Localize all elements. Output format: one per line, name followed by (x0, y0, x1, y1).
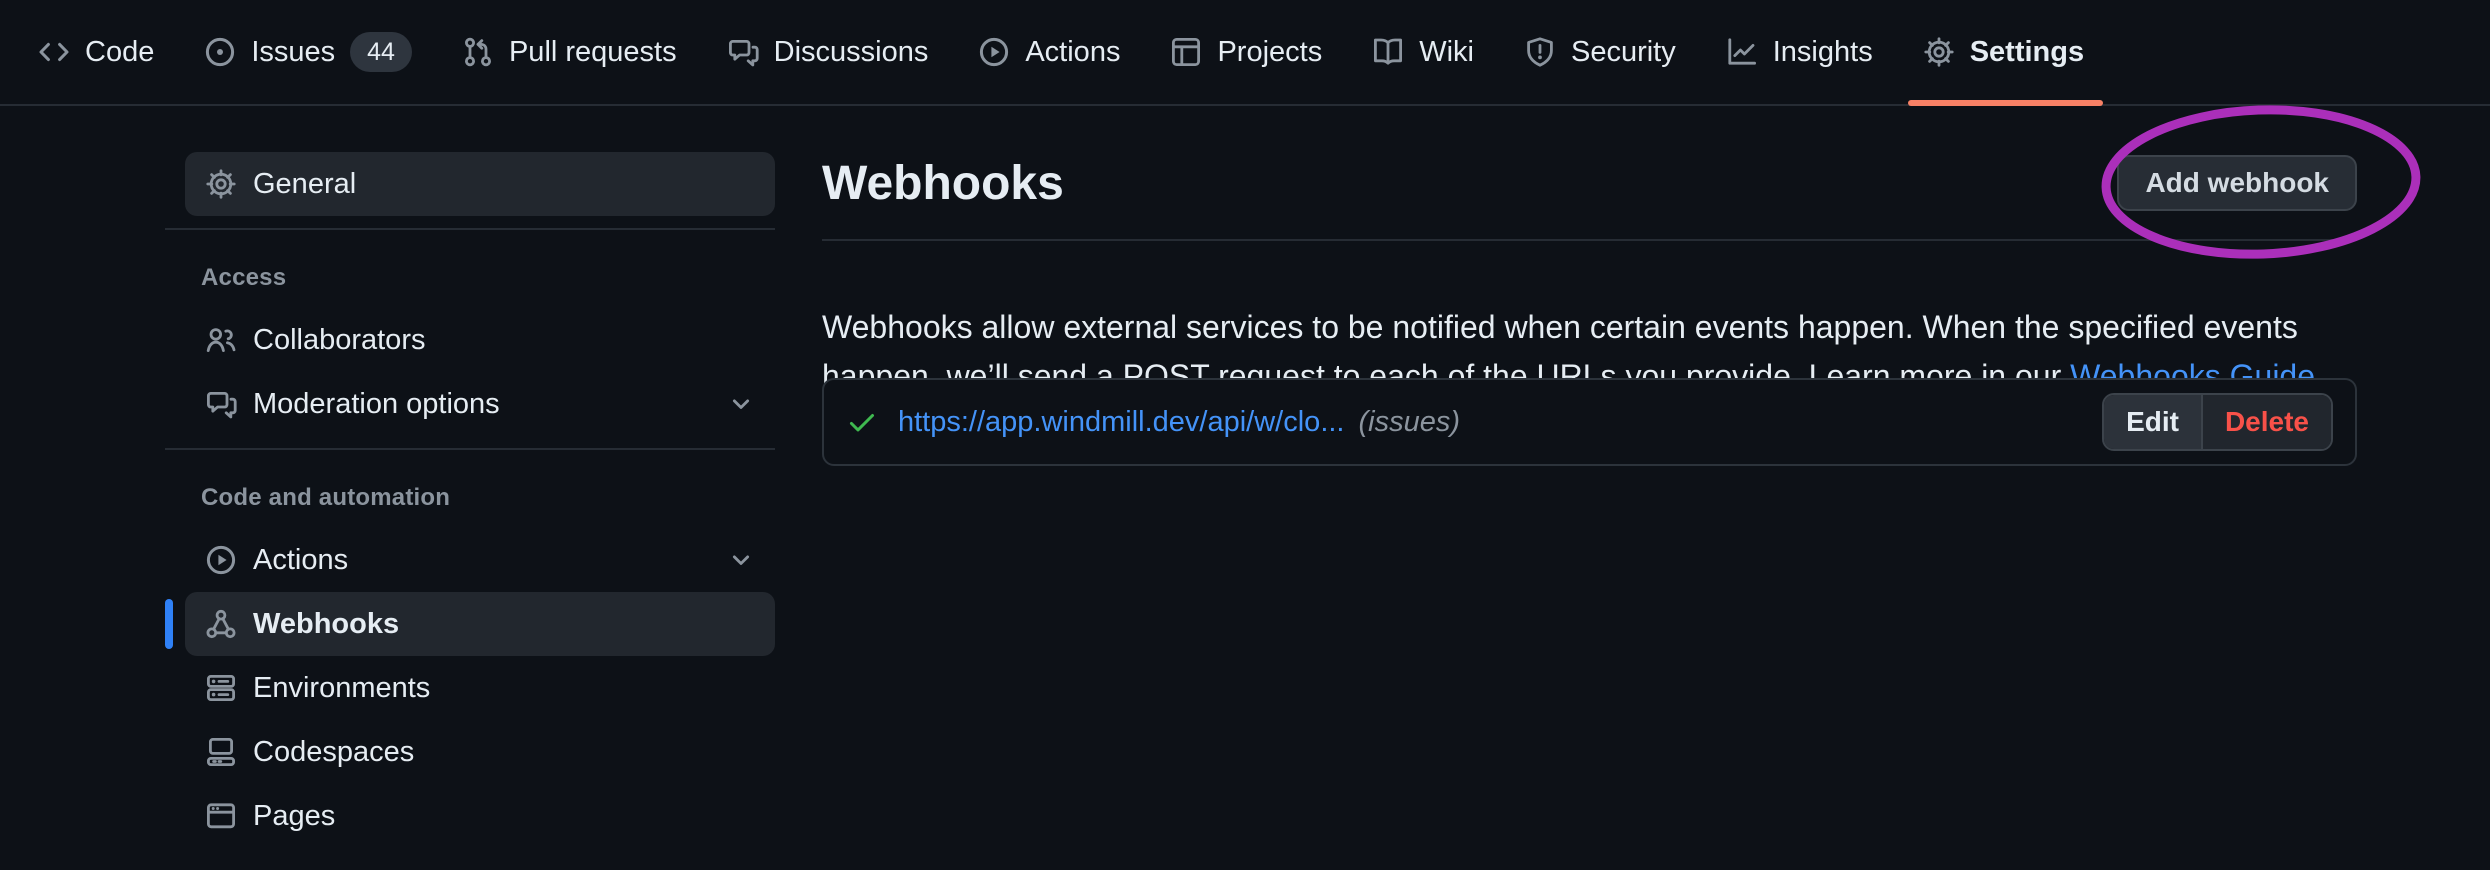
nav-tab-label: Actions (1025, 36, 1120, 69)
nav-tab-label: Code (85, 36, 154, 69)
sidebar-divider (165, 228, 775, 230)
repo-tab-nav: Code Issues 44 Pull requests Discussions… (0, 0, 2490, 106)
table-icon (1170, 36, 1202, 68)
gear-icon (1923, 36, 1955, 68)
issue-opened-icon (204, 36, 236, 68)
browser-icon (205, 800, 237, 832)
sidebar-item-label: General (253, 168, 356, 201)
sidebar-item-label: Codespaces (253, 736, 414, 769)
chevron-down-icon (727, 546, 755, 574)
issues-count-badge: 44 (350, 32, 412, 72)
sidebar-item-label: Pages (253, 800, 335, 833)
git-pull-request-icon (462, 36, 494, 68)
graph-icon (1726, 36, 1758, 68)
check-icon (846, 406, 878, 438)
code-icon (38, 36, 70, 68)
gear-icon (205, 168, 237, 200)
nav-tab-code[interactable]: Code (38, 0, 179, 104)
sidebar-item-label: Collaborators (253, 324, 425, 357)
sidebar-divider (165, 448, 775, 450)
comment-discussion-icon (727, 36, 759, 68)
nav-tab-label: Wiki (1419, 36, 1474, 69)
play-icon (978, 36, 1010, 68)
nav-tab-settings[interactable]: Settings (1898, 0, 2109, 104)
nav-tab-issues[interactable]: Issues 44 (179, 0, 437, 104)
header-divider (822, 239, 2357, 241)
sidebar-item-pages[interactable]: Pages (185, 784, 775, 848)
nav-tab-insights[interactable]: Insights (1701, 0, 1898, 104)
webhook-events-label: (issues) (1358, 406, 1460, 439)
nav-tab-label: Pull requests (509, 36, 677, 69)
book-icon (1372, 36, 1404, 68)
play-icon (205, 544, 237, 576)
sidebar-item-webhooks[interactable]: Webhooks (185, 592, 775, 656)
nav-tab-projects[interactable]: Projects (1145, 0, 1347, 104)
add-webhook-button[interactable]: Add webhook (2117, 155, 2357, 211)
sidebar-item-label: Actions (253, 544, 348, 577)
sidebar-section-access: Access (201, 264, 775, 292)
comment-discussion-icon (205, 388, 237, 420)
sidebar-item-codespaces[interactable]: Codespaces (185, 720, 775, 784)
server-icon (205, 672, 237, 704)
nav-tab-label: Insights (1773, 36, 1873, 69)
shield-icon (1524, 36, 1556, 68)
sidebar-item-general[interactable]: General (185, 152, 775, 216)
webhook-icon (205, 608, 237, 640)
sidebar-item-actions[interactable]: Actions (185, 528, 775, 592)
sidebar-item-label: Webhooks (253, 608, 399, 641)
sidebar-item-environments[interactable]: Environments (185, 656, 775, 720)
nav-tab-discussions[interactable]: Discussions (702, 0, 954, 104)
nav-tab-label: Projects (1217, 36, 1322, 69)
sidebar-item-label: Environments (253, 672, 430, 705)
sidebar-item-moderation-options[interactable]: Moderation options (185, 372, 775, 436)
codespaces-icon (205, 736, 237, 768)
sidebar-item-collaborators[interactable]: Collaborators (185, 308, 775, 372)
nav-tab-label: Issues (251, 36, 335, 69)
nav-tab-security[interactable]: Security (1499, 0, 1701, 104)
edit-webhook-button[interactable]: Edit (2104, 395, 2201, 449)
people-icon (205, 324, 237, 356)
sidebar-item-label: Moderation options (253, 388, 500, 421)
nav-tab-pull-requests[interactable]: Pull requests (437, 0, 702, 104)
page-title: Webhooks (822, 156, 1064, 211)
nav-tab-label: Security (1571, 36, 1676, 69)
settings-sidebar: General Access Collaborators Moderation … (165, 152, 775, 848)
sidebar-section-code-automation: Code and automation (201, 484, 775, 512)
delete-webhook-button[interactable]: Delete (2201, 395, 2331, 449)
webhook-url-link[interactable]: https://app.windmill.dev/api/w/clo... (898, 406, 1344, 439)
webhook-list-item: https://app.windmill.dev/api/w/clo... (i… (822, 378, 2357, 466)
nav-tab-actions[interactable]: Actions (953, 0, 1145, 104)
webhook-actions-group: Edit Delete (2102, 393, 2333, 451)
nav-tab-label: Settings (1970, 36, 2084, 69)
chevron-down-icon (727, 390, 755, 418)
nav-tab-wiki[interactable]: Wiki (1347, 0, 1499, 104)
webhooks-header-row: Webhooks Add webhook (822, 148, 2357, 218)
nav-tab-label: Discussions (774, 36, 929, 69)
